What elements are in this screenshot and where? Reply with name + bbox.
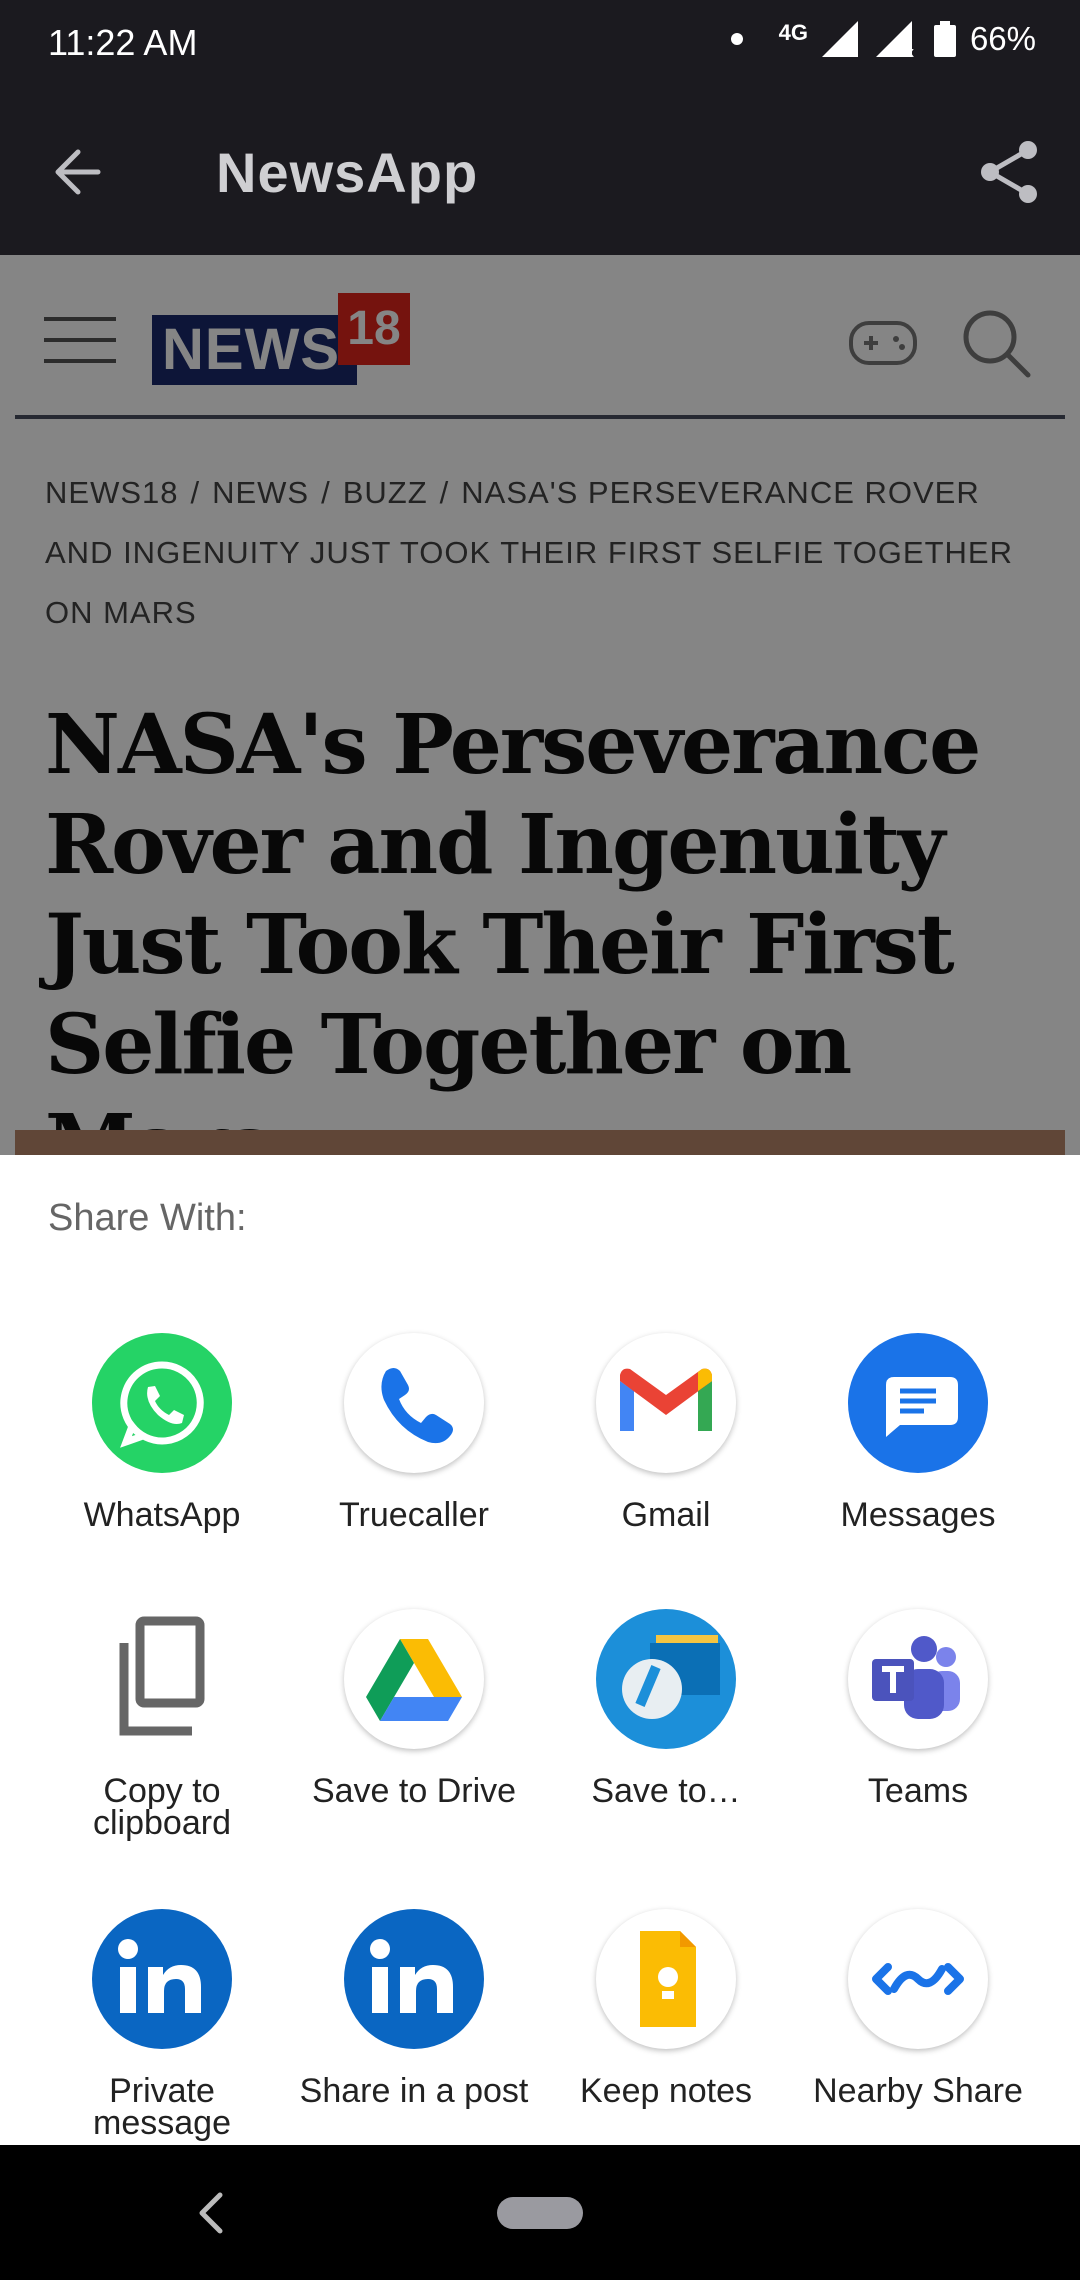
battery-percent: 66% <box>969 20 1036 57</box>
linkedin-icon <box>344 1909 484 2049</box>
signal-icon <box>821 21 858 57</box>
battery-icon <box>933 21 956 57</box>
share-target-whatsapp[interactable]: WhatsApp <box>36 1333 288 1534</box>
teams-icon <box>848 1609 988 1749</box>
files-icon <box>596 1609 736 1749</box>
share-target-nearby-share[interactable]: Nearby Share <box>792 1909 1044 2110</box>
home-pill[interactable] <box>497 2197 583 2229</box>
app-title: NewsApp <box>216 141 479 204</box>
share-target-gmail[interactable]: Gmail <box>540 1333 792 1534</box>
status-icons: 4G x 66% <box>730 20 1036 58</box>
share-target-teams[interactable]: Teams <box>792 1609 1044 1810</box>
share-target-label: Messages <box>840 1496 996 1534</box>
app-bar: NewsApp <box>0 90 1080 255</box>
back-button[interactable] <box>40 132 130 212</box>
share-target-messages[interactable]: Messages <box>792 1333 1044 1534</box>
gmail-icon <box>596 1333 736 1473</box>
nearby-share-icon <box>848 1909 988 2049</box>
nav-back-icon[interactable] <box>190 2185 230 2241</box>
share-sheet: Share With: WhatsApp Truecaller Gmail Me… <box>0 1155 1080 2145</box>
share-target-label: Teams <box>867 1772 969 1810</box>
share-target-label: Save to… <box>591 1772 741 1810</box>
share-target-save-to-drive[interactable]: Save to Drive <box>288 1609 540 1810</box>
arrow-left-icon <box>55 149 101 195</box>
share-target-copy-clipboard[interactable]: Copy to clipboard <box>36 1609 288 1842</box>
status-time: 11:22 AM <box>48 22 198 63</box>
truecaller-icon <box>344 1333 484 1473</box>
notification-dot-icon <box>730 33 743 45</box>
copy-icon <box>92 1609 232 1749</box>
share-sheet-title: Share With: <box>48 1197 247 1239</box>
share-target-label: Save to Drive <box>311 1772 517 1810</box>
messages-icon <box>848 1333 988 1473</box>
share-target-keep-notes[interactable]: Keep notes <box>540 1909 792 2110</box>
share-target-label: Gmail <box>621 1496 711 1534</box>
share-target-label: Truecaller <box>339 1496 489 1534</box>
share-target-label: Share in a post <box>299 2072 529 2110</box>
share-target-label: Private message <box>93 2072 231 2142</box>
share-target-label: Nearby Share <box>813 2072 1023 2110</box>
signal-no-service-icon: x <box>875 21 914 57</box>
share-target-save-to[interactable]: Save to… <box>540 1609 792 1810</box>
google-drive-icon <box>344 1609 484 1749</box>
share-target-label: Keep notes <box>579 2072 753 2110</box>
navigation-bar <box>0 2145 1080 2280</box>
svg-text:x: x <box>906 45 914 57</box>
share-button[interactable] <box>970 132 1050 212</box>
dim-overlay[interactable] <box>0 255 1080 1155</box>
share-target-label: WhatsApp <box>83 1496 241 1534</box>
share-target-share-in-post[interactable]: Share in a post <box>288 1909 540 2110</box>
share-target-truecaller[interactable]: Truecaller <box>288 1333 540 1534</box>
keep-notes-icon <box>596 1909 736 2049</box>
status-bar: 11:22 AM 4G x 66% <box>0 0 1080 90</box>
share-target-private-message[interactable]: Private message <box>36 1909 288 2142</box>
share-icon <box>981 141 1037 203</box>
share-target-label: Copy to clipboard <box>93 1772 231 1842</box>
network-type: 4G <box>778 20 808 45</box>
whatsapp-icon <box>92 1333 232 1473</box>
linkedin-icon <box>92 1909 232 2049</box>
